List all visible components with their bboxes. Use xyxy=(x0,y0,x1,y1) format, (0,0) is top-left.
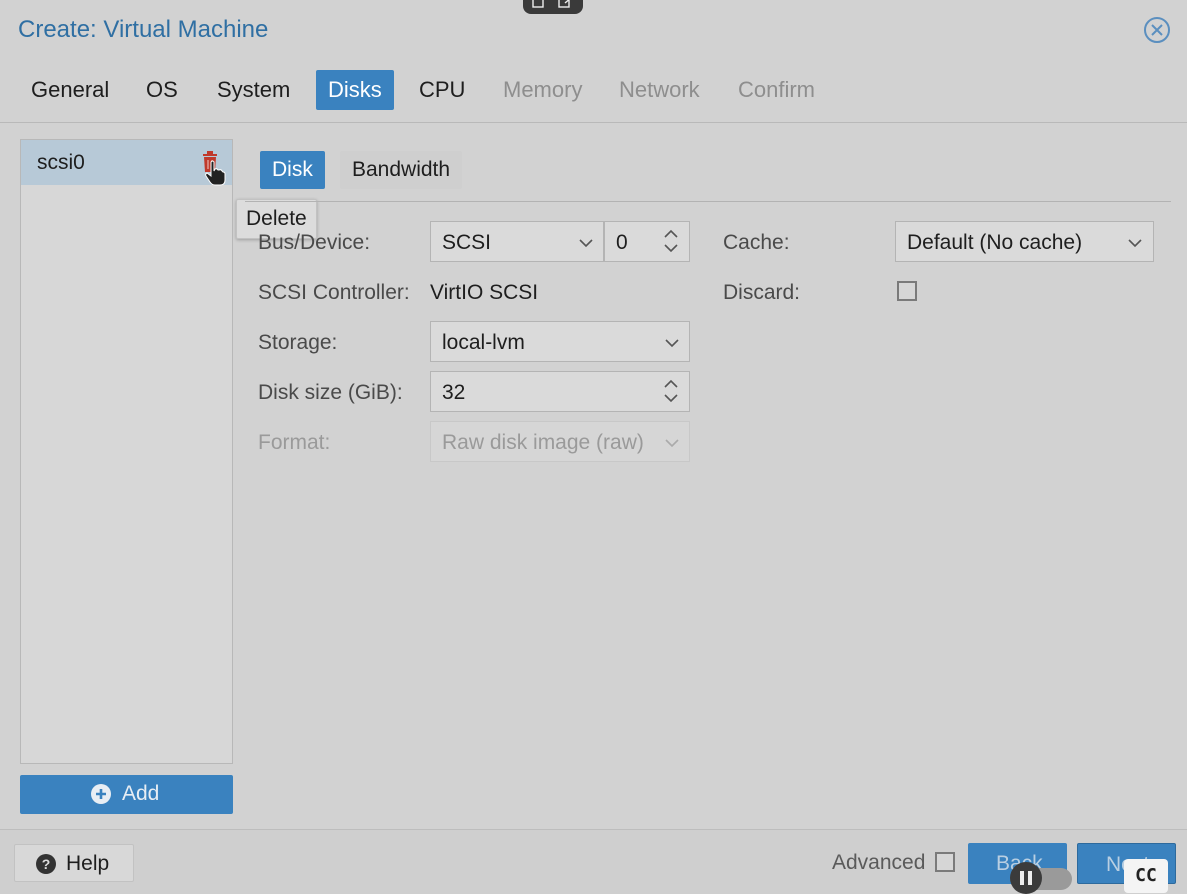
disk-list-item-scsi0[interactable]: scsi0 xyxy=(21,140,232,185)
help-icon: ? xyxy=(36,854,56,874)
tab-divider xyxy=(0,122,1187,123)
bus-device-label: Bus/Device: xyxy=(258,231,371,254)
cache-label: Cache: xyxy=(723,231,790,254)
window-icons xyxy=(532,0,570,8)
scsi-controller-label: SCSI Controller: xyxy=(258,281,410,304)
subtab-divider xyxy=(245,201,1171,202)
storage-label: Storage: xyxy=(258,331,338,354)
discard-checkbox[interactable] xyxy=(897,281,917,301)
storage-select-value: local-lvm xyxy=(442,331,525,354)
storage-select[interactable]: local-lvm xyxy=(430,321,690,362)
tab-network: Network xyxy=(619,77,700,102)
disk-list: scsi0 xyxy=(20,139,233,764)
tab-cpu[interactable]: CPU xyxy=(407,70,477,110)
bus-select-value: SCSI xyxy=(442,231,492,254)
tab-system[interactable]: System xyxy=(205,70,302,110)
tab-memory: Memory xyxy=(503,77,583,102)
device-number-spinner[interactable]: 0 xyxy=(604,221,690,262)
tab-confirm: Confirm xyxy=(738,77,816,102)
add-disk-label: Add xyxy=(122,782,160,805)
spinner-arrows-icon[interactable] xyxy=(663,377,679,405)
advanced-checkbox[interactable] xyxy=(935,852,955,872)
tab-os[interactable]: OS xyxy=(134,70,190,110)
subtab-bandwidth[interactable]: Bandwidth xyxy=(340,151,463,189)
scsi-controller-value: VirtIO SCSI xyxy=(430,281,539,304)
subtab-disk[interactable]: Disk xyxy=(260,151,325,189)
cache-select[interactable]: Default (No cache) xyxy=(895,221,1154,262)
disk-list-item-label: scsi0 xyxy=(37,151,85,174)
disk-size-label: Disk size (GiB): xyxy=(258,381,403,404)
help-label: Help xyxy=(66,852,110,875)
device-number-value: 0 xyxy=(616,231,628,254)
format-select: Raw disk image (raw) xyxy=(430,421,690,462)
help-button[interactable]: ? Help xyxy=(14,844,134,882)
dialog-title: Create: Virtual Machine xyxy=(18,16,269,43)
tab-general[interactable]: General xyxy=(19,70,121,110)
hand-cursor-icon xyxy=(205,160,226,186)
add-disk-button[interactable]: Add xyxy=(20,775,233,814)
svg-text:?: ? xyxy=(42,856,51,872)
closed-captions-button[interactable]: CC xyxy=(1124,859,1168,893)
spinner-arrows-icon[interactable] xyxy=(663,227,679,255)
advanced-label: Advanced xyxy=(832,851,926,874)
bus-select[interactable]: SCSI xyxy=(430,221,604,262)
chevron-down-icon xyxy=(665,439,679,448)
plus-circle-icon xyxy=(91,784,111,804)
disk-size-value: 32 xyxy=(442,381,466,404)
chevron-down-icon xyxy=(1128,239,1142,248)
pause-icon[interactable] xyxy=(1008,862,1074,894)
close-icon[interactable] xyxy=(1143,16,1171,44)
chevron-down-icon xyxy=(579,239,593,248)
disk-size-spinner[interactable]: 32 xyxy=(430,371,690,412)
discard-label: Discard: xyxy=(723,281,801,304)
format-label: Format: xyxy=(258,431,331,454)
tab-disks[interactable]: Disks xyxy=(316,70,394,110)
cache-select-value: Default (No cache) xyxy=(907,231,1083,254)
format-select-value: Raw disk image (raw) xyxy=(442,431,644,454)
video-overlay-top-controls[interactable] xyxy=(523,0,583,14)
chevron-down-icon xyxy=(665,339,679,348)
